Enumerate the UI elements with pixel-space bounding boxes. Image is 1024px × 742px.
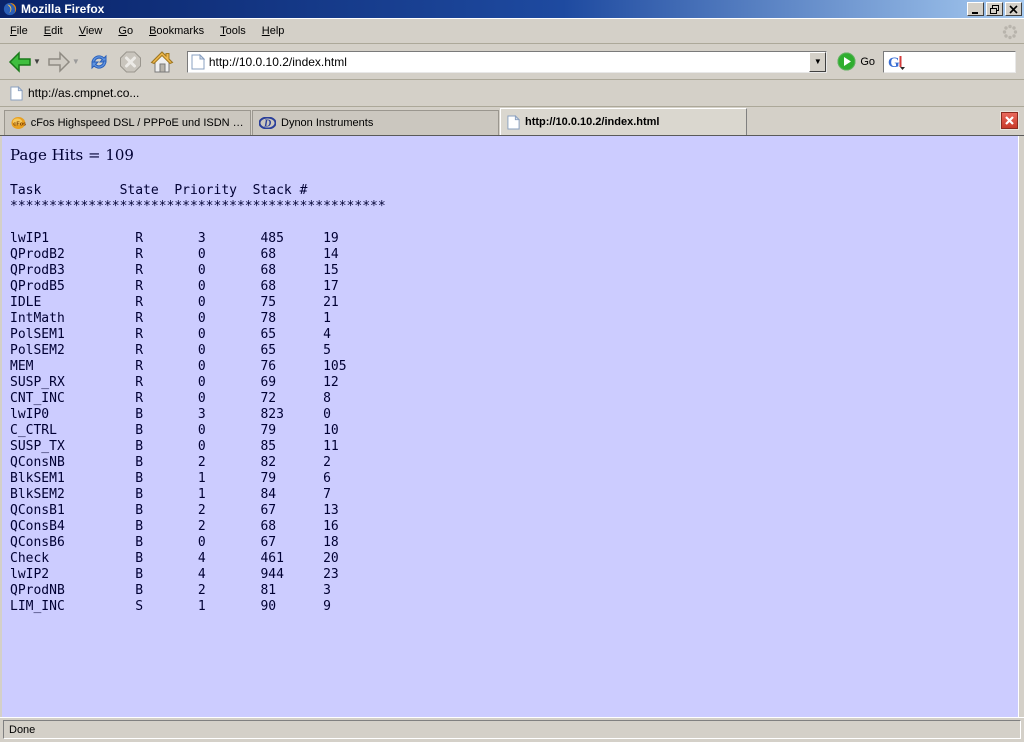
svg-text:cFos: cFos bbox=[13, 122, 25, 128]
page-icon bbox=[507, 115, 520, 130]
stop-icon bbox=[118, 50, 143, 74]
tab-label: http://10.0.10.2/index.html bbox=[525, 116, 659, 128]
browser-window: Mozilla Firefox FileEditViewGoBookmarksT… bbox=[0, 0, 1024, 742]
tab-label: Dynon Instruments bbox=[281, 117, 373, 129]
url-input[interactable] bbox=[209, 53, 809, 71]
window-frame-right bbox=[1018, 136, 1024, 717]
back-dropdown-icon[interactable]: ▼ bbox=[33, 57, 41, 66]
forward-button[interactable]: ▼ bbox=[45, 49, 82, 75]
title-bar: Mozilla Firefox bbox=[0, 0, 1024, 18]
svg-text:D: D bbox=[263, 119, 271, 130]
home-icon bbox=[149, 50, 175, 74]
tab-strip: cFos cFos Highspeed DSL / PPPoE und ISDN… bbox=[0, 107, 1024, 136]
menu-item-bookmarks[interactable]: Bookmarks bbox=[141, 21, 212, 41]
back-button[interactable]: ▼ bbox=[6, 49, 43, 75]
go-button-label: Go bbox=[860, 56, 875, 68]
bookmark-item[interactable]: http://as.cmpnet.co... bbox=[6, 84, 143, 103]
page-hits-text: Page Hits = 109 bbox=[10, 146, 1024, 164]
page-content: Page Hits = 109 Task State Priority Stac… bbox=[0, 136, 1024, 717]
go-button[interactable]: Go bbox=[837, 52, 875, 71]
bookmark-label: http://as.cmpnet.co... bbox=[28, 86, 139, 100]
tab-index-active[interactable]: http://10.0.10.2/index.html bbox=[500, 108, 747, 135]
stop-button[interactable] bbox=[116, 48, 145, 76]
url-bar: ▼ bbox=[187, 51, 827, 73]
close-icon bbox=[1005, 116, 1014, 125]
menu-item-file[interactable]: File bbox=[2, 21, 36, 41]
google-search-icon: G bbox=[887, 53, 907, 71]
close-window-button[interactable] bbox=[1005, 2, 1022, 16]
page-icon bbox=[10, 86, 23, 101]
status-text: Done bbox=[9, 724, 35, 736]
status-bar: Done bbox=[0, 717, 1024, 742]
url-dropdown-button[interactable]: ▼ bbox=[809, 52, 826, 72]
back-icon bbox=[8, 51, 32, 73]
window-title: Mozilla Firefox bbox=[21, 2, 965, 16]
tab-dynon[interactable]: D Dynon Instruments bbox=[252, 110, 499, 135]
close-tab-button[interactable] bbox=[1001, 112, 1018, 129]
reload-icon bbox=[86, 50, 112, 74]
firefox-icon bbox=[3, 2, 17, 16]
menu-item-go[interactable]: Go bbox=[110, 21, 141, 41]
tab-cfos[interactable]: cFos cFos Highspeed DSL / PPPoE und ISDN… bbox=[4, 110, 251, 135]
menu-item-view[interactable]: View bbox=[71, 21, 111, 41]
svg-text:G: G bbox=[888, 55, 900, 71]
menu-item-edit[interactable]: Edit bbox=[36, 21, 71, 41]
menu-item-help[interactable]: Help bbox=[254, 21, 293, 41]
tab-label: cFos Highspeed DSL / PPPoE und ISDN CAP.… bbox=[31, 117, 244, 129]
dynon-icon: D bbox=[259, 117, 276, 129]
forward-icon bbox=[47, 51, 71, 73]
restore-button[interactable] bbox=[986, 2, 1003, 16]
navigation-toolbar: ▼ ▼ bbox=[0, 44, 1024, 80]
bookmarks-toolbar: http://as.cmpnet.co... bbox=[0, 80, 1024, 107]
menu-bar: FileEditViewGoBookmarksToolsHelp bbox=[0, 18, 1024, 44]
reload-button[interactable] bbox=[84, 48, 114, 76]
task-table: Task State Priority Stack # ************… bbox=[10, 183, 1024, 615]
page-icon bbox=[191, 54, 205, 70]
status-panel: Done bbox=[3, 720, 1021, 739]
search-box[interactable]: G bbox=[883, 51, 1016, 73]
go-icon bbox=[837, 52, 856, 71]
forward-dropdown-icon[interactable]: ▼ bbox=[72, 57, 80, 66]
throbber-icon bbox=[1002, 24, 1018, 40]
home-button[interactable] bbox=[147, 48, 177, 76]
minimize-button[interactable] bbox=[967, 2, 984, 16]
cfos-icon: cFos bbox=[11, 116, 26, 130]
menu-item-tools[interactable]: Tools bbox=[212, 21, 254, 41]
